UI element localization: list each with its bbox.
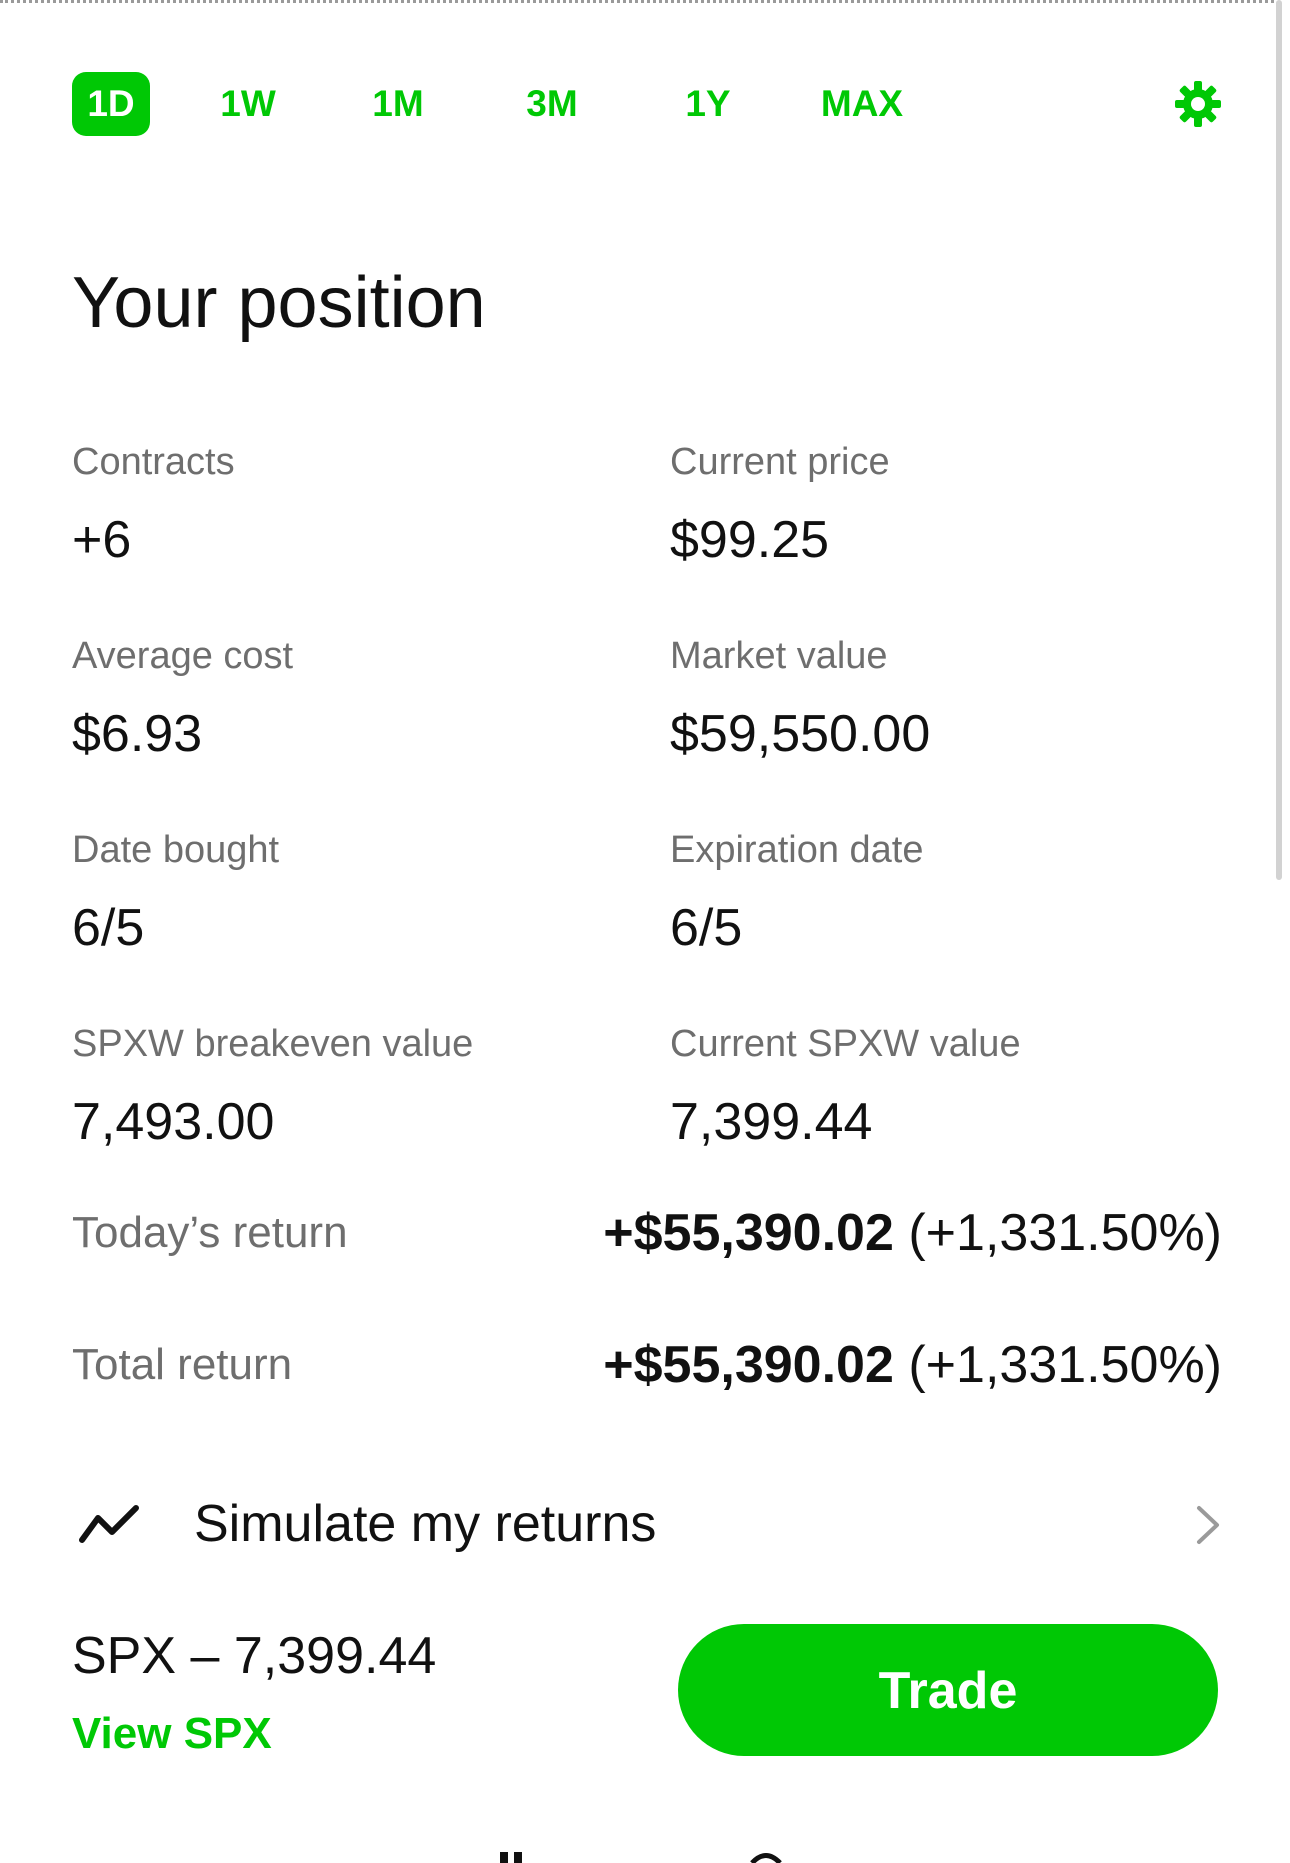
underlying-price: SPX – 7,399.44 bbox=[72, 1627, 437, 1685]
chart-settings-button[interactable] bbox=[1174, 80, 1222, 128]
stat-label: Current SPXW value bbox=[670, 1023, 1021, 1065]
stat-breakeven-value: SPXW breakeven value 7,493.00 bbox=[72, 1020, 632, 1154]
todays-return-row: Today’s return +$55,390.02 (+1,331.50%) bbox=[72, 1198, 1222, 1268]
stat-current-spxw-value: Current SPXW value 7,399.44 bbox=[670, 1020, 1230, 1154]
todays-return-amount: +$55,390.02 bbox=[603, 1204, 894, 1262]
cut-off-content bbox=[500, 1852, 782, 1863]
stat-contracts: Contracts +6 bbox=[72, 438, 632, 572]
simulate-returns-row[interactable]: Simulate my returns bbox=[72, 1484, 1222, 1564]
range-tab-3m[interactable]: 3M bbox=[516, 72, 588, 136]
stat-label: Contracts bbox=[72, 441, 235, 483]
stat-current-price: Current price $99.25 bbox=[670, 438, 1230, 572]
trade-button[interactable]: Trade bbox=[678, 1624, 1218, 1756]
total-return-amount: +$55,390.02 bbox=[603, 1336, 894, 1394]
range-tab-1m[interactable]: 1M bbox=[362, 72, 434, 136]
simulate-returns-label: Simulate my returns bbox=[194, 1495, 657, 1553]
stat-value: 6/5 bbox=[670, 899, 743, 957]
scrollbar[interactable] bbox=[1276, 0, 1282, 880]
stat-date-bought: Date bought 6/5 bbox=[72, 826, 632, 960]
stat-value: 7,493.00 bbox=[72, 1093, 275, 1151]
range-selector: 1D 1W 1M 3M 1Y MAX bbox=[72, 72, 1222, 136]
stat-label: SPXW breakeven value bbox=[72, 1023, 474, 1065]
stat-average-cost: Average cost $6.93 bbox=[72, 632, 632, 766]
range-tab-1d[interactable]: 1D bbox=[72, 72, 150, 136]
stat-value: $6.93 bbox=[72, 705, 203, 763]
stat-value: 6/5 bbox=[72, 899, 145, 957]
total-return-value: +$55,390.02 (+1,331.50%) bbox=[603, 1330, 1222, 1400]
todays-return-value: +$55,390.02 (+1,331.50%) bbox=[603, 1198, 1222, 1268]
stat-label: Date bought bbox=[72, 829, 280, 871]
trend-line-icon bbox=[79, 1505, 139, 1543]
top-dotted-divider bbox=[0, 0, 1274, 7]
chevron-right-icon bbox=[1197, 1506, 1219, 1544]
todays-return-label: Today’s return bbox=[72, 1208, 348, 1257]
stat-value: 7,399.44 bbox=[670, 1093, 873, 1151]
total-return-percent: (+1,331.50%) bbox=[908, 1336, 1222, 1394]
stat-label: Expiration date bbox=[670, 829, 924, 871]
stat-value: +6 bbox=[72, 511, 132, 569]
view-spx-link[interactable]: View SPX bbox=[72, 1704, 272, 1764]
todays-return-percent: (+1,331.50%) bbox=[908, 1204, 1222, 1262]
page-title: Your position bbox=[72, 263, 486, 343]
gear-icon bbox=[1175, 81, 1221, 127]
stat-label: Current price bbox=[670, 441, 890, 483]
total-return-label: Total return bbox=[72, 1340, 293, 1389]
range-tab-max[interactable]: MAX bbox=[812, 72, 912, 136]
stat-expiration-date: Expiration date 6/5 bbox=[670, 826, 1230, 960]
stat-label: Average cost bbox=[72, 635, 294, 677]
stat-value: $99.25 bbox=[670, 511, 830, 569]
stat-label: Market value bbox=[670, 635, 888, 677]
range-tab-1w[interactable]: 1W bbox=[212, 72, 284, 136]
range-tab-1y[interactable]: 1Y bbox=[672, 72, 744, 136]
stat-value: $59,550.00 bbox=[670, 705, 931, 763]
stat-market-value: Market value $59,550.00 bbox=[670, 632, 1230, 766]
total-return-row: Total return +$55,390.02 (+1,331.50%) bbox=[72, 1330, 1222, 1400]
